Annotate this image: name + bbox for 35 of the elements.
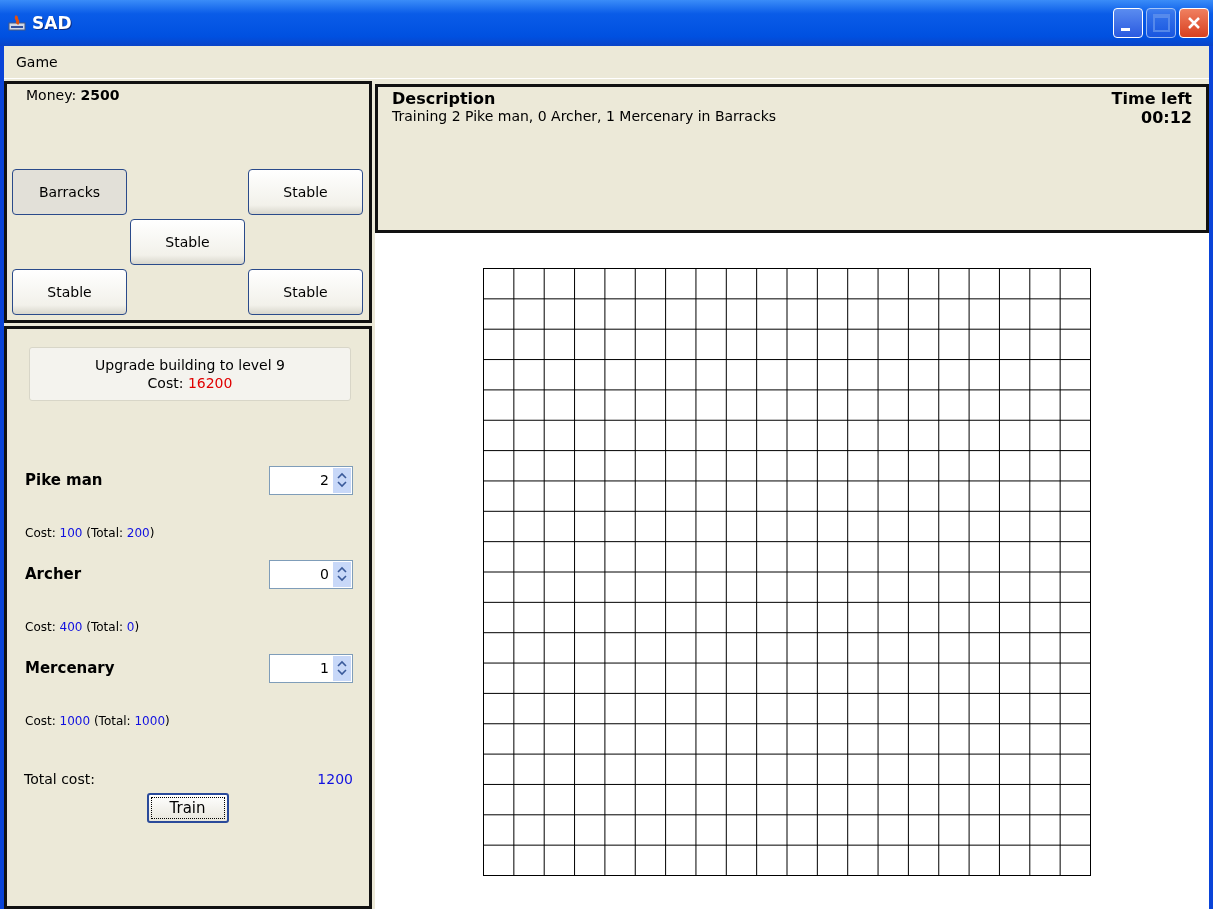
spinner-arrows-icon [335,470,349,490]
building-button[interactable]: Stable [130,219,245,265]
total-cost-label: Total cost: [24,771,95,787]
building-button[interactable]: Stable [12,269,127,315]
unit-name: Mercenary [25,659,115,677]
close-button[interactable] [1179,8,1209,38]
unit-cost: Cost: 400 (Total: 0) [25,620,141,634]
count-spinner[interactable]: 2 [269,465,353,495]
unit-name: Pike man [25,471,103,489]
description-heading: Description [392,89,497,108]
time-left-label: Time left [1111,89,1192,108]
spinner-arrows-icon [335,564,349,584]
maximize-button[interactable] [1146,8,1176,38]
minimize-button[interactable] [1113,8,1143,38]
menu-item[interactable]: Game [16,54,58,70]
building-button[interactable]: Barracks [12,169,127,215]
app-icon [8,14,26,32]
unit-name: Archer [25,565,82,583]
spinner-arrows-icon [335,658,349,678]
description-text: Training 2 Pike man, 0 Archer, 1 Mercenary in Barracks [392,108,777,124]
building-button[interactable]: Stable [248,169,363,215]
time-left-value: 00:12 [1140,108,1192,127]
train-button[interactable]: Train [146,793,229,823]
minimize-icon [1120,27,1130,31]
window-title: SAD [32,13,73,33]
count-spinner[interactable]: 1 [269,653,353,683]
maximize-icon [1152,14,1170,32]
unit-cost: Cost: 100 (Total: 200) [25,526,156,540]
close-icon [1186,15,1202,31]
upgrade-button[interactable]: Upgrade building to level 9 Cost: 16200 [29,347,351,401]
total-cost-value: 1200 [317,771,353,787]
money-label: Money: 2500 [26,87,121,103]
unit-cost: Cost: 1000 (Total: 1000) [25,714,171,728]
building-button[interactable]: Stable [248,269,363,315]
count-spinner[interactable]: 0 [269,559,353,589]
